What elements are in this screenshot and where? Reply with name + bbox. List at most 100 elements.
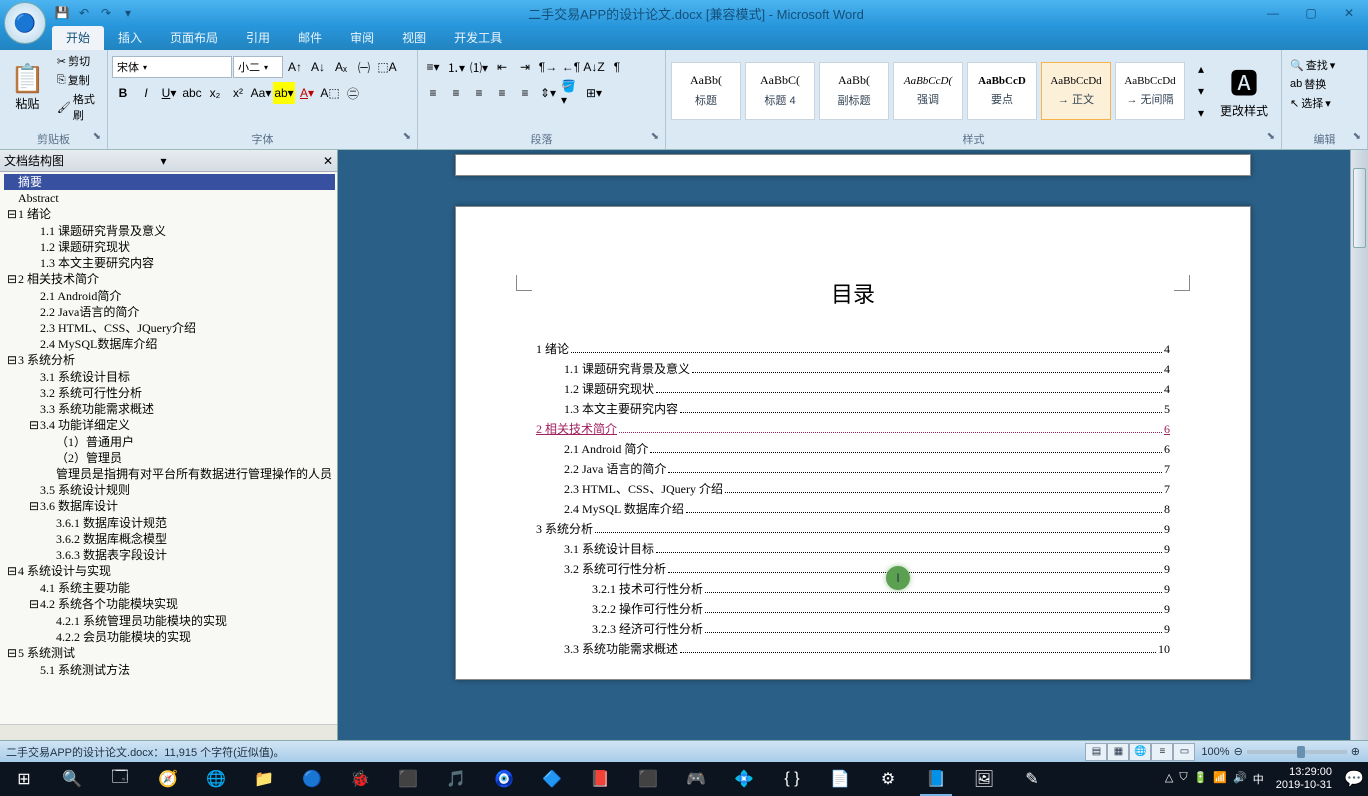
expander-icon[interactable]: ⊟ [28,499,40,515]
undo-icon[interactable]: ↶ [74,3,94,23]
nav-item[interactable]: ⊟4.2 系统各个功能模块实现 [4,596,335,613]
styles-more-icon[interactable]: ▾ [1190,102,1212,124]
document-viewport[interactable]: 目录 1 绪论41.1 课题研究背景及意义41.2 课题研究现状41.3 本文主… [338,150,1368,740]
bullets-icon[interactable]: ≡▾ [422,56,444,78]
nav-item[interactable]: 2.3 HTML、CSS、JQuery介绍 [4,320,335,336]
toc-line[interactable]: 2 相关技术简介6 [536,419,1170,439]
toc-line[interactable]: 2.2 Java 语言的简介7 [536,459,1170,479]
change-case-icon[interactable]: Aa▾ [250,82,272,104]
increase-indent-icon[interactable]: ⇥ [514,56,536,78]
highlight-icon[interactable]: ab▾ [273,82,295,104]
align-right-icon[interactable]: ≡ [468,82,490,104]
draft-view-icon[interactable]: ▭ [1173,743,1195,761]
taskbar-app[interactable]: 📄 [816,762,864,796]
toc-line[interactable]: 1.1 课题研究背景及意义4 [536,359,1170,379]
clear-format-icon[interactable]: Aₓ [330,56,352,78]
numbering-icon[interactable]: ⒈▾ [445,56,467,78]
nav-item[interactable]: 3.5 系统设计规则 [4,482,335,498]
change-styles-button[interactable]: 🅰更改样式 [1214,56,1274,126]
nav-item[interactable]: ⊟5 系统测试 [4,645,335,662]
ribbon-tab[interactable]: 审阅 [336,26,388,50]
taskbar-app[interactable]: ⚙ [864,762,912,796]
taskbar-app[interactable]: 🧿 [480,762,528,796]
vertical-scrollbar[interactable] [1350,150,1368,740]
nav-item[interactable]: 2.4 MySQL数据库介绍 [4,336,335,352]
nav-item[interactable]: 3.6.3 数据表字段设计 [4,547,335,563]
web-layout-view-icon[interactable]: 🌐 [1129,743,1151,761]
save-icon[interactable]: 💾 [52,3,72,23]
nav-item[interactable]: 4.2.1 系统管理员功能模块的实现 [4,613,335,629]
nav-dropdown-icon[interactable]: ▾ [160,154,166,168]
toc-line[interactable]: 1 绪论4 [536,339,1170,359]
taskbar-app[interactable]: 🔍 [48,762,96,796]
toc-line[interactable]: 2.3 HTML、CSS、JQuery 介绍7 [536,479,1170,499]
styles-up-icon[interactable]: ▴ [1190,58,1212,80]
copy-button[interactable]: ⎘复制 [53,71,103,89]
ltr-icon[interactable]: ¶→ [537,56,559,78]
style-item[interactable]: AaBbCcDd→ 正文 [1041,62,1111,120]
expander-icon[interactable]: ⊟ [28,597,40,613]
tray-icon[interactable]: ⛉ [1179,771,1187,787]
full-screen-view-icon[interactable]: ▦ [1107,743,1129,761]
taskbar-app[interactable]: 🌐 [192,762,240,796]
style-item[interactable]: AaBb(标题 [671,62,741,120]
enclose-char-icon[interactable]: ㊁ [342,82,364,104]
nav-item[interactable]: 3.3 系统功能需求概述 [4,401,335,417]
nav-item[interactable]: 1.2 课题研究现状 [4,239,335,255]
taskbar-app[interactable]: 🔷 [528,762,576,796]
ribbon-tab[interactable]: 开始 [52,26,104,50]
taskbar-app[interactable]: 📘 [912,762,960,796]
nav-item[interactable]: ⊟1 绪论 [4,206,335,223]
nav-item[interactable]: ⊟2 相关技术简介 [4,271,335,288]
expander-icon[interactable]: ⊟ [28,418,40,434]
taskbar-app[interactable]: 💠 [720,762,768,796]
notifications-icon[interactable]: 💬 [1344,762,1364,796]
zoom-out-icon[interactable]: ⊖ [1234,745,1243,758]
taskbar-app[interactable]: 🖼 [960,762,1008,796]
close-button[interactable]: ✕ [1330,0,1368,26]
nav-item[interactable]: 3.6.2 数据库概念模型 [4,531,335,547]
nav-item[interactable]: 2.2 Java语言的简介 [4,304,335,320]
font-family-combo[interactable]: 宋体▾ [112,56,232,78]
align-left-icon[interactable]: ≡ [422,82,444,104]
style-item[interactable]: AaBbCcDd→ 无间隔 [1115,62,1185,120]
taskbar-clock[interactable]: 13:29:00 2019-10-31 [1270,766,1338,792]
nav-item[interactable]: （2）管理员 [4,450,335,466]
nav-item[interactable]: 管理员是指拥有对平台所有数据进行管理操作的人员 [4,466,335,482]
taskbar-app[interactable]: ⊞ [0,762,48,796]
tray-icon[interactable]: 🔊 [1233,771,1247,787]
nav-item[interactable]: ⊟3 系统分析 [4,352,335,369]
toc-line[interactable]: 2.1 Android 简介6 [536,439,1170,459]
scrollbar-thumb[interactable] [1353,168,1366,248]
shrink-font-icon[interactable]: A↓ [307,56,329,78]
distribute-icon[interactable]: ≡ [514,82,536,104]
qat-menu-icon[interactable]: ▾ [118,3,138,23]
toc-line[interactable]: 3.2.3 经济可行性分析9 [536,619,1170,639]
justify-icon[interactable]: ≡ [491,82,513,104]
toc-line[interactable]: 2.4 MySQL 数据库介绍8 [536,499,1170,519]
taskbar-app[interactable]: 🗔 [96,762,144,796]
zoom-in-icon[interactable]: ⊕ [1351,745,1360,758]
nav-close-icon[interactable]: ✕ [323,154,333,168]
taskbar-app[interactable]: 🧭 [144,762,192,796]
nav-item[interactable]: 4.1 系统主要功能 [4,580,335,596]
bold-icon[interactable]: B [112,82,134,104]
align-center-icon[interactable]: ≡ [445,82,467,104]
taskbar-app[interactable]: 📕 [576,762,624,796]
italic-icon[interactable]: I [135,82,157,104]
nav-item[interactable]: ⊟3.4 功能详细定义 [4,417,335,434]
style-item[interactable]: AaBbCcD(强调 [893,62,963,120]
replace-button[interactable]: ab替换 [1286,75,1339,93]
strike-icon[interactable]: abc [181,82,203,104]
taskbar-app[interactable]: ⬛ [384,762,432,796]
format-painter-button[interactable]: 🖌格式刷 [53,90,103,124]
tray-icon[interactable]: 中 [1253,771,1264,787]
select-button[interactable]: ↖选择▾ [1286,94,1339,112]
outline-view-icon[interactable]: ≡ [1151,743,1173,761]
ribbon-tab[interactable]: 视图 [388,26,440,50]
print-layout-view-icon[interactable]: ▤ [1085,743,1107,761]
taskbar-app[interactable]: 🔵 [288,762,336,796]
tray-icon[interactable]: 📶 [1213,771,1227,787]
taskbar-app[interactable]: ✎ [1008,762,1056,796]
underline-icon[interactable]: U▾ [158,82,180,104]
